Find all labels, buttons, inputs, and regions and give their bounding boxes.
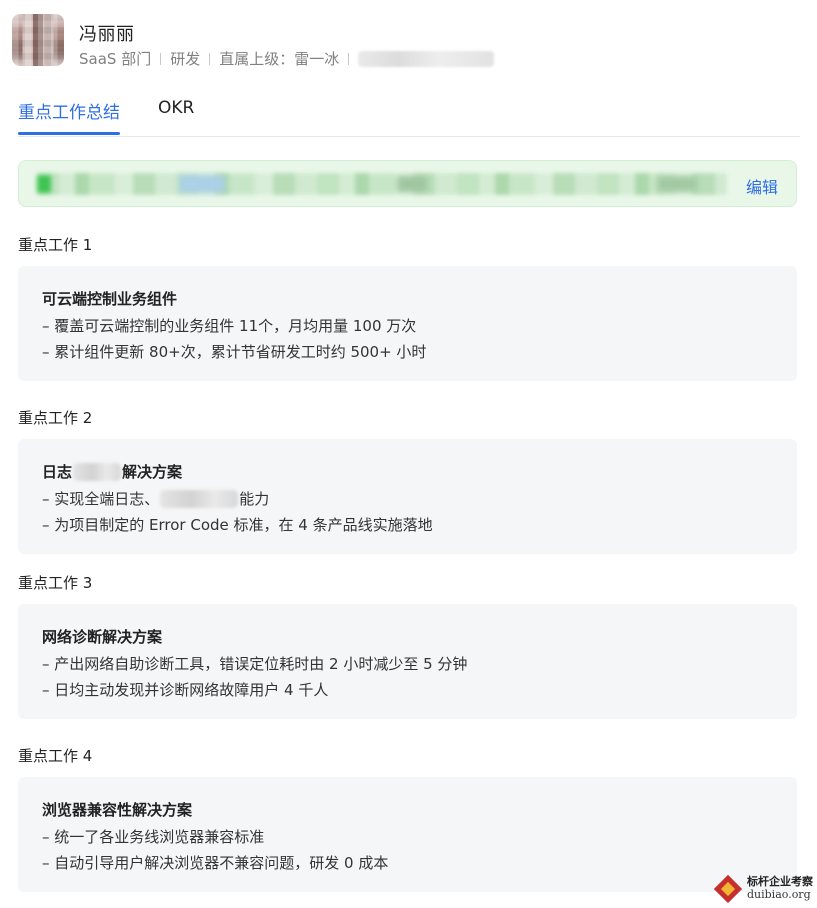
work-card: 日志 解决方案 – 实现全端日志、 能力 – 为项目制定的 Error Code… [18,439,797,554]
redacted-info [358,50,495,67]
card-line: – 累计组件更新 80+次，累计节省研发工时约 500+ 小时 [42,343,427,361]
card-line-pre: – 实现全端日志、 [42,490,160,508]
profile-page: 冯丽丽 SaaS 部门 研发 直属上级：雷一冰 重点工作总结 OKR 编辑 重点… [0,0,817,908]
redacted-text [73,462,122,481]
card-line: – 实现全端日志、 能力 [42,488,269,509]
section-title: 重点工作 4 [18,747,93,765]
tab-okr[interactable]: OKR [158,98,194,118]
card-line-post: 能力 [239,490,270,508]
card-heading: 网络诊断解决方案 [42,628,163,646]
section-title: 重点工作 1 [18,236,93,254]
work-card: 网络诊断解决方案 – 产出网络自助诊断工具，错误定位耗时由 2 小时减少至 5 … [18,604,797,719]
edit-button[interactable]: 编辑 [746,174,778,198]
card-heading-post: 解决方案 [122,463,183,481]
notice-bar: 编辑 [18,160,797,207]
role-label: 研发 [170,50,201,68]
card-line: – 日均主动发现并诊断网络故障用户 4 千人 [42,681,329,699]
card-line: – 覆盖可云端控制的业务组件 11个，月均用量 100 万次 [42,317,417,335]
tab-bar: 重点工作总结 OKR [18,94,800,137]
section-title: 重点工作 3 [18,574,93,592]
manager-label: 直属上级：雷一冰 [219,50,340,68]
tab-key-work-summary[interactable]: 重点工作总结 [18,98,120,135]
divider [348,52,350,65]
watermark-en: duibiao.org [747,888,811,901]
work-card: 浏览器兼容性解决方案 – 统一了各业务线浏览器兼容标准 – 自动引导用户解决浏览… [18,777,797,892]
avatar[interactable] [12,14,64,66]
divider [209,52,211,65]
diamond-logo-icon [713,874,743,904]
watermark-text: 标杆企业考察 duibiao.org [747,876,813,901]
redacted-text [160,489,239,508]
card-line: – 为项目制定的 Error Code 标准，在 4 条产品线实施落地 [42,516,433,534]
card-heading: 可云端控制业务组件 [42,290,178,308]
watermark: 标杆企业考察 duibiao.org [713,874,813,904]
department-label: SaaS 部门 [79,50,152,68]
redacted-notice-text [37,173,727,195]
divider [160,52,162,65]
work-card: 可云端控制业务组件 – 覆盖可云端控制的业务组件 11个，月均用量 100 万次… [18,266,797,381]
card-heading: 浏览器兼容性解决方案 [42,801,193,819]
card-line: – 产出网络自助诊断工具，错误定位耗时由 2 小时减少至 5 分钟 [42,655,468,673]
section-title: 重点工作 2 [18,409,93,427]
card-heading-pre: 日志 [42,463,73,481]
user-name: 冯丽丽 [79,24,135,45]
user-meta: SaaS 部门 研发 直属上级：雷一冰 [79,48,495,69]
card-line: – 统一了各业务线浏览器兼容标准 [42,828,265,846]
card-heading: 日志 解决方案 [42,461,182,482]
card-line: – 自动引导用户解决浏览器不兼容问题，研发 0 成本 [42,854,389,872]
